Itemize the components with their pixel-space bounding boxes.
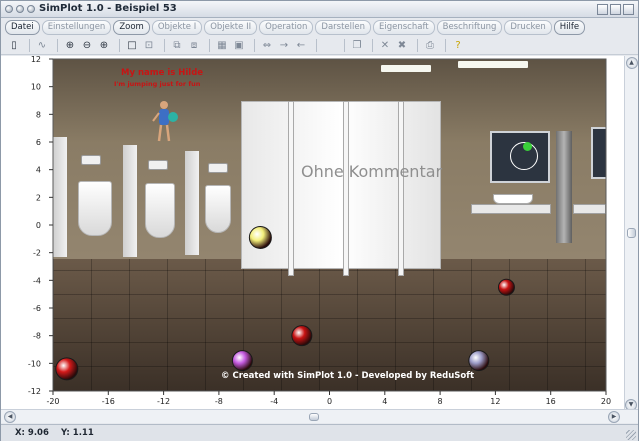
vertical-scrollbar[interactable]: ▲ ▼	[624, 56, 638, 413]
toolbar-separator	[417, 39, 418, 52]
delete-all-icon[interactable]: ✖	[395, 39, 409, 53]
resize-grip-icon[interactable]	[626, 430, 636, 440]
grid-frame-icon[interactable]: ⊡	[142, 39, 156, 53]
x-tick-label: 4	[382, 397, 387, 406]
app-window: SimPlot 1.0 - Beispiel 53 Datei Einstell…	[0, 0, 639, 441]
toolbar-separator	[372, 39, 373, 52]
toolbar-separator	[316, 39, 317, 52]
arrow-left-icon[interactable]: ←	[294, 39, 308, 53]
zoom-icon[interactable]: ⊕	[63, 39, 77, 53]
y-tick-label: 4	[36, 166, 41, 175]
y-tick-label: -12	[28, 387, 41, 396]
x-tick-label: 8	[438, 397, 443, 406]
ball	[497, 278, 515, 296]
x-tick-label: 16	[546, 397, 556, 406]
menu-datei[interactable]: Datei	[5, 20, 40, 35]
plot-area[interactable]: My name is Hilde I'm jumping just for fu…	[1, 56, 638, 413]
toolbar-separator	[254, 39, 255, 52]
toolbar-separator	[119, 39, 120, 52]
horizontal-scrollbar[interactable]: ◀ ▶	[1, 409, 638, 423]
menu-zoom[interactable]: Zoom	[113, 20, 150, 35]
ball	[468, 350, 490, 372]
status-x-coordinate: X: 9.06	[15, 428, 49, 438]
frame-icon[interactable]: □	[125, 39, 139, 53]
toolbar: ▯ ∿ ⊕ ⊖ ⊕ □ ⊡ ⧉ ⧈ ▦ ▣ ⇔ → ← ❐ ✕ ✖ ⎙ ?	[1, 37, 638, 55]
vertical-scroll-thumb[interactable]	[627, 228, 636, 238]
move-icon[interactable]: ⇔	[260, 39, 274, 53]
menu-drucken[interactable]: Drucken	[504, 20, 552, 35]
x-tick-label: -4	[270, 397, 278, 406]
maximize-button[interactable]	[610, 4, 621, 15]
status-y-coordinate: Y: 1.11	[61, 428, 94, 438]
toolbar-separator	[29, 39, 30, 52]
ball	[231, 350, 253, 372]
y-tick-label: 6	[36, 138, 41, 147]
ball	[291, 325, 313, 347]
scroll-left-button[interactable]: ◀	[4, 411, 16, 423]
zoom-in-icon[interactable]: ⊕	[97, 39, 111, 53]
minimize-button[interactable]	[597, 4, 608, 15]
ball	[55, 357, 79, 381]
title-bar: SimPlot 1.0 - Beispiel 53	[1, 1, 638, 18]
window-close-dot-icon[interactable]	[27, 5, 35, 13]
x-tick-label: -16	[102, 397, 115, 406]
print-icon[interactable]: ⎙	[423, 39, 437, 53]
image-icon[interactable]: ▣	[232, 39, 246, 53]
blank-icon	[322, 39, 336, 53]
menu-bar: Datei Einstellungen Zoom Objekte I Objek…	[1, 19, 638, 36]
x-tick-label: 12	[490, 397, 500, 406]
y-tick-label: -2	[33, 249, 41, 258]
y-tick-label: -4	[33, 276, 41, 285]
y-tick-label: 0	[36, 221, 41, 230]
y-tick-label: -6	[33, 304, 41, 313]
window-minimize-dot-icon[interactable]	[16, 5, 24, 13]
title-bar-buttons	[5, 5, 35, 13]
menu-operation[interactable]: Operation	[259, 20, 314, 35]
plot-frame	[52, 58, 607, 392]
table-icon[interactable]: ▦	[215, 39, 229, 53]
window-title: SimPlot 1.0 - Beispiel 53	[39, 3, 177, 14]
menu-beschriftung[interactable]: Beschriftung	[436, 20, 503, 35]
x-tick-label: 0	[327, 397, 332, 406]
window-controls	[597, 4, 634, 15]
menu-eigenschaft[interactable]: Eigenschaft	[373, 20, 435, 35]
scroll-right-button[interactable]: ▶	[608, 411, 620, 423]
toolbar-separator	[57, 39, 58, 52]
ball	[248, 225, 272, 249]
y-tick-label: 12	[31, 56, 41, 64]
y-tick-label: -10	[28, 359, 41, 368]
paste-view-icon[interactable]: ⧈	[187, 39, 201, 53]
draw-curve-icon[interactable]: ∿	[35, 39, 49, 53]
window-menu-icon[interactable]	[5, 5, 13, 13]
menu-objekte-1[interactable]: Objekte I	[151, 20, 203, 35]
close-button[interactable]	[623, 4, 634, 15]
y-tick-label: 8	[36, 110, 41, 119]
document-icon[interactable]: ❐	[350, 39, 364, 53]
coordinate-system: -20 -16 -12 -8 -4 0 4 8 12 16 20121086420-2-4-6-8-…	[28, 56, 611, 406]
x-tick-label: 20	[601, 397, 611, 406]
zoom-out-icon[interactable]: ⊖	[80, 39, 94, 53]
x-tick-label: -8	[215, 397, 223, 406]
delete-icon[interactable]: ✕	[378, 39, 392, 53]
toolbar-separator	[445, 39, 446, 52]
help-icon[interactable]: ?	[451, 39, 465, 53]
toolbar-separator	[344, 39, 345, 52]
y-tick-label: 10	[31, 83, 41, 92]
toolbar-separator	[209, 39, 210, 52]
horizontal-scroll-thumb[interactable]	[309, 413, 319, 421]
menu-hilfe[interactable]: Hilfe	[553, 20, 586, 35]
toolbar-separator	[164, 39, 165, 52]
y-tick-label: -8	[33, 332, 41, 341]
x-tick-label: -12	[157, 397, 170, 406]
y-tick-label: 2	[36, 193, 41, 202]
status-bar: X: 9.06 Y: 1.11	[1, 424, 638, 441]
menu-einstellungen[interactable]: Einstellungen	[41, 20, 112, 35]
menu-objekte-2[interactable]: Objekte II	[204, 20, 258, 35]
menu-darstellen[interactable]: Darstellen	[315, 20, 371, 35]
copy-view-icon[interactable]: ⧉	[170, 39, 184, 53]
x-tick-label: -20	[46, 397, 59, 406]
scroll-up-button[interactable]: ▲	[625, 57, 638, 69]
phone-icon[interactable]: ▯	[7, 39, 21, 53]
arrow-right-icon[interactable]: →	[277, 39, 291, 53]
